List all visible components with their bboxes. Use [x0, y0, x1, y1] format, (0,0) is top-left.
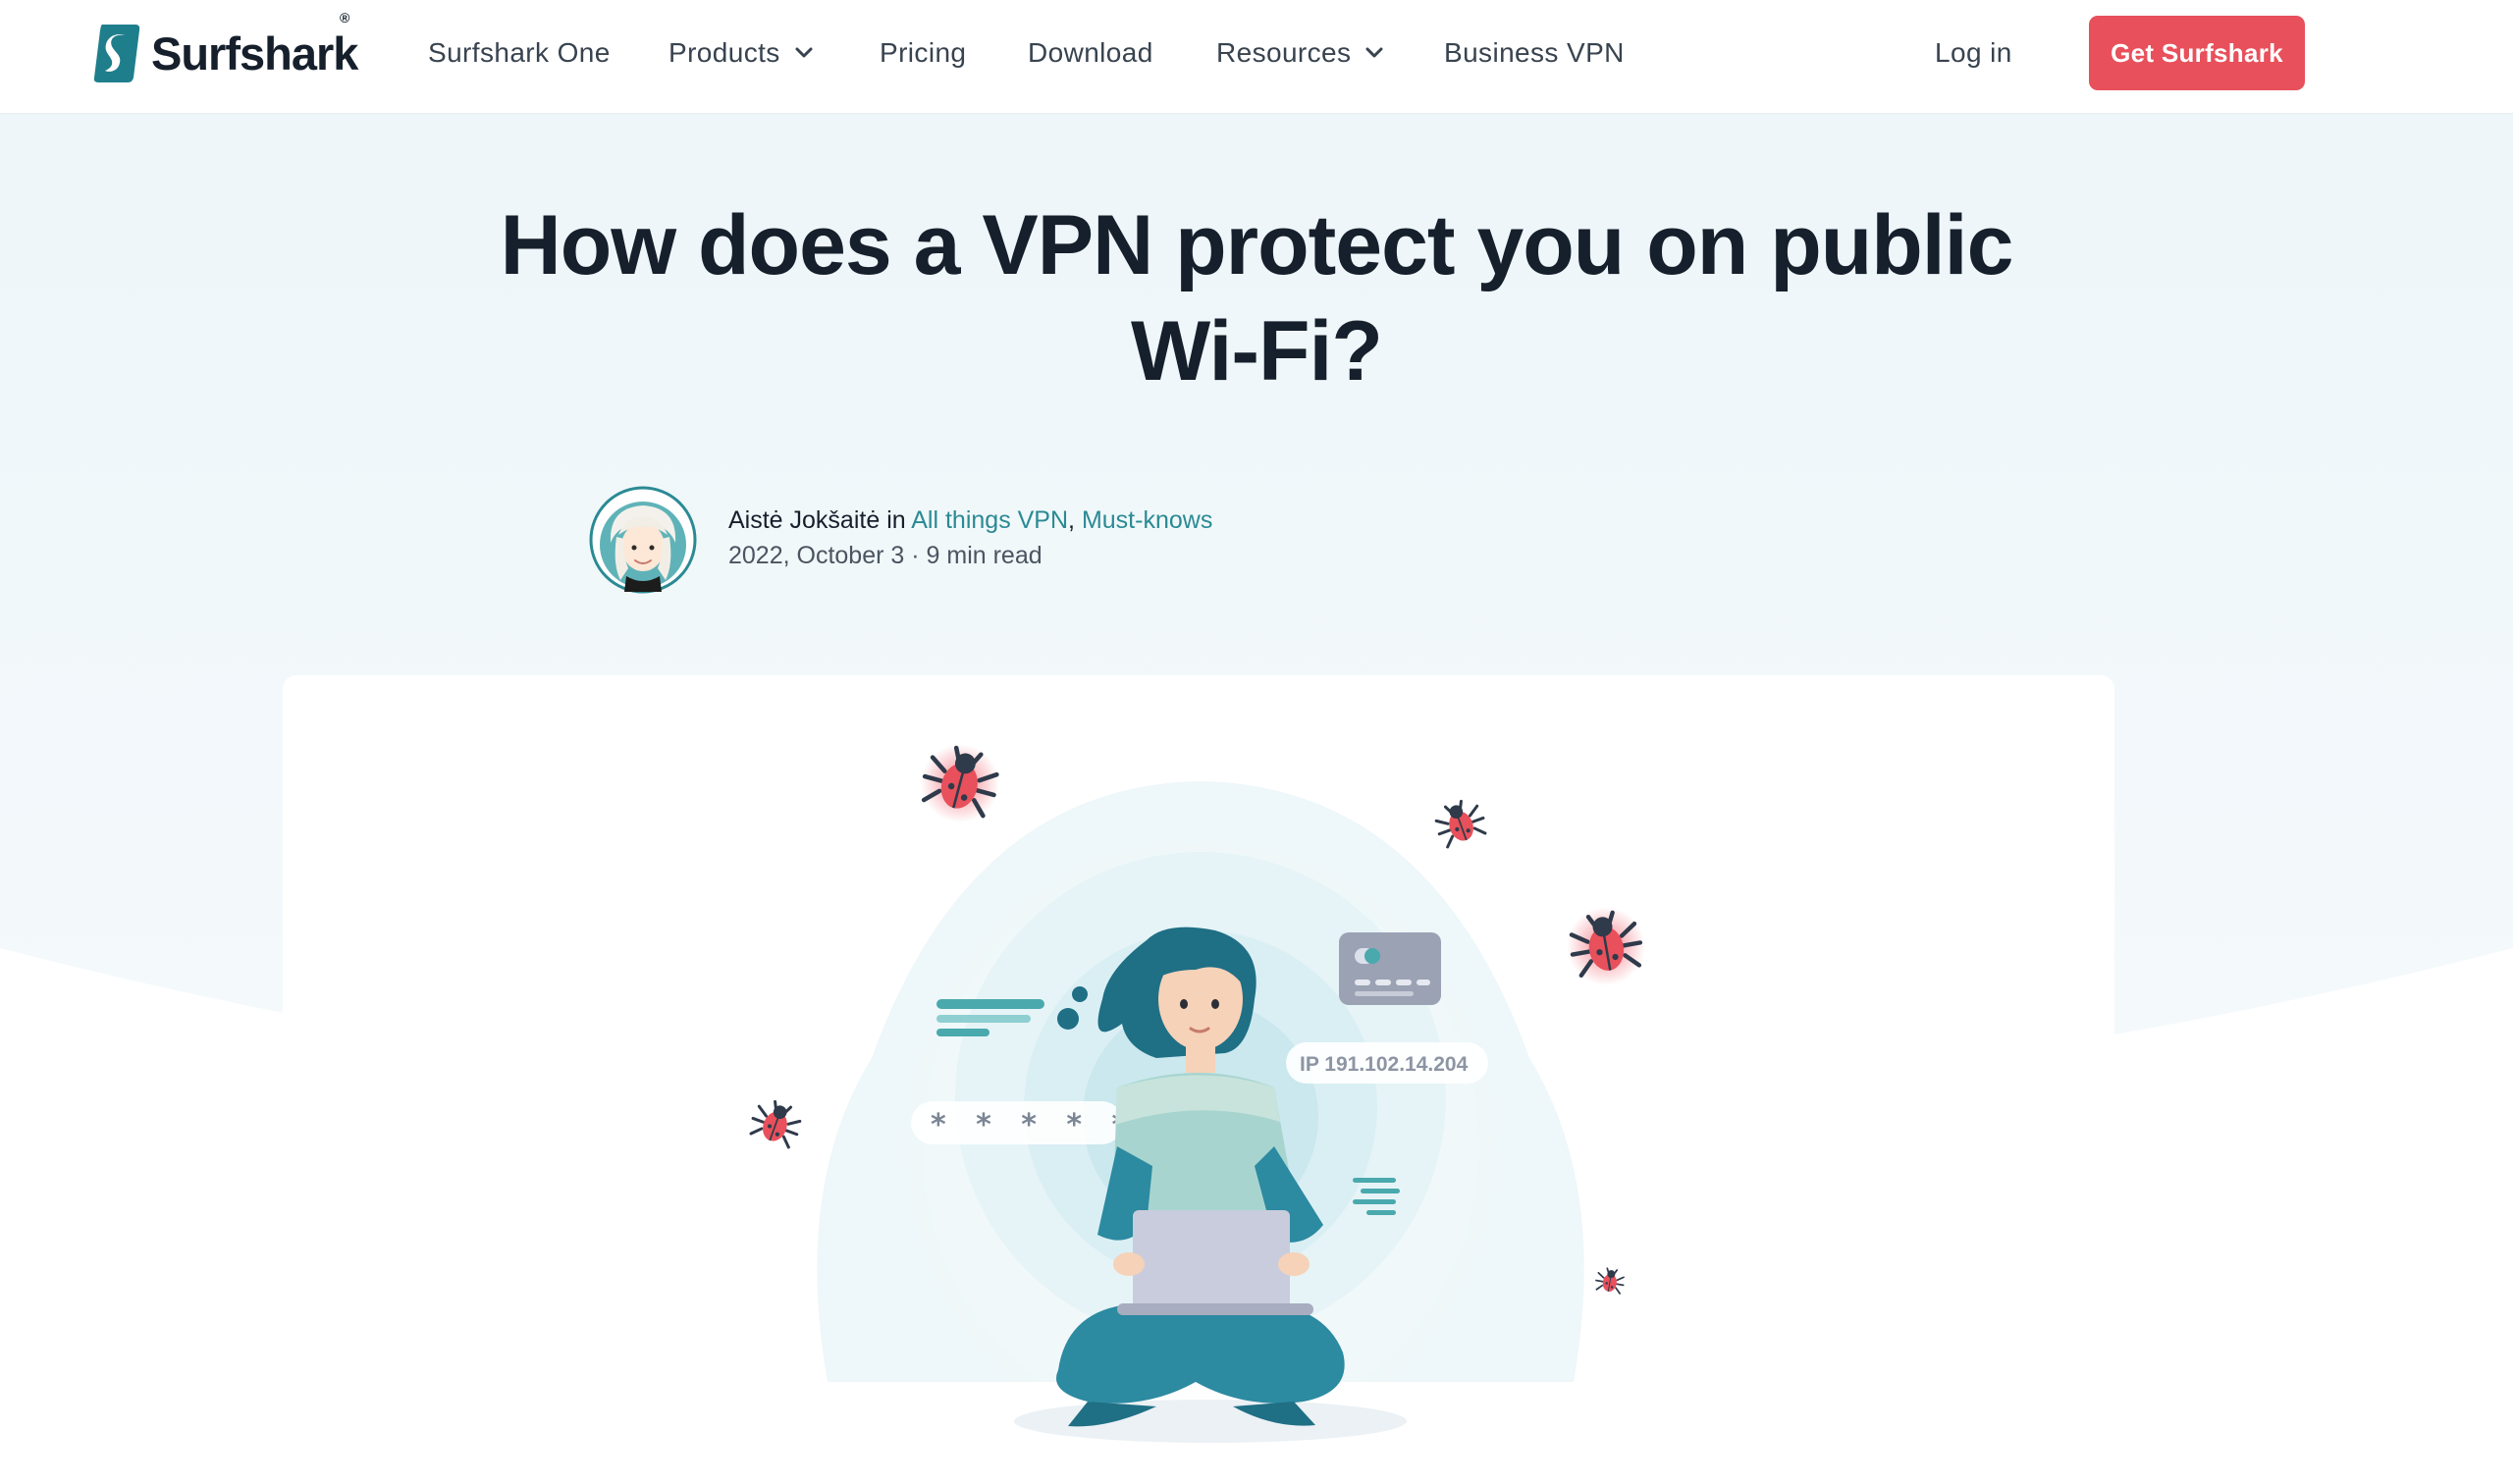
page-title: How does a VPN protect you on public Wi-…	[500, 198, 2014, 398]
ip-address-label: IP 191.102.14.204	[1300, 1053, 1469, 1076]
nav-item-label: Surfshark One	[428, 37, 611, 68]
publish-date: 2022, October 3	[728, 542, 905, 569]
ip-address-tag: IP 191.102.14.204	[1286, 1042, 1488, 1084]
bug-icon	[746, 1094, 807, 1150]
byline-in: in	[886, 506, 906, 534]
author-name[interactable]: Aistė Jokšaitė	[728, 506, 880, 534]
login-link[interactable]: Log in	[1935, 31, 2012, 75]
bug-icon	[1593, 1265, 1627, 1296]
top-navbar: Surfshark ® Surfshark One Products Prici…	[0, 0, 2513, 114]
nav-item-products[interactable]: Products	[668, 31, 814, 75]
nav-item-label: Download	[1028, 37, 1153, 68]
category-link-must-knows[interactable]: Must-knows	[1082, 506, 1212, 534]
bug-icon	[919, 742, 1003, 822]
nav-item-pricing[interactable]: Pricing	[880, 31, 966, 75]
nav-item-label: Products	[668, 37, 780, 68]
article-meta-date: 2022, October 3 · 9 min read	[728, 542, 1043, 570]
chevron-down-icon	[1365, 47, 1383, 58]
nav-item-download[interactable]: Download	[1028, 31, 1153, 75]
category-separator: ,	[1068, 506, 1075, 534]
registered-mark: ®	[340, 10, 350, 26]
read-time: 9 min read	[926, 542, 1043, 569]
bug-icon	[1429, 794, 1490, 850]
nav-item-label: Pricing	[880, 37, 967, 68]
nav-item-resources[interactable]: Resources	[1216, 31, 1384, 75]
nav-item-surfshark-one[interactable]: Surfshark One	[428, 31, 611, 75]
category-link-all-things-vpn[interactable]: All things VPN	[911, 506, 1068, 534]
nav-item-label: Business VPN	[1444, 37, 1625, 68]
author-avatar[interactable]	[589, 486, 697, 594]
meta-separator: ·	[911, 542, 920, 569]
surfshark-s-icon	[93, 25, 140, 82]
brand-name: Surfshark	[151, 26, 358, 80]
password-field-graphic: * * * * *	[911, 1101, 1137, 1144]
hero-illustration: * * * * * IP 191.102.14.204	[746, 675, 2114, 1460]
bug-icon	[1567, 907, 1645, 985]
nav-item-business-vpn[interactable]: Business VPN	[1444, 31, 1625, 75]
article-meta-byline: Aistė Jokšaitė in All things VPN, Must-k…	[728, 506, 1212, 535]
nav-item-label: Resources	[1216, 37, 1352, 68]
get-surfshark-button[interactable]: Get Surfshark	[2089, 16, 2305, 90]
password-mask: * * * * *	[931, 1108, 1137, 1142]
credit-card-icon	[1339, 932, 1441, 1005]
surfshark-logo-link[interactable]: Surfshark	[92, 22, 358, 84]
chevron-down-icon	[795, 47, 813, 58]
